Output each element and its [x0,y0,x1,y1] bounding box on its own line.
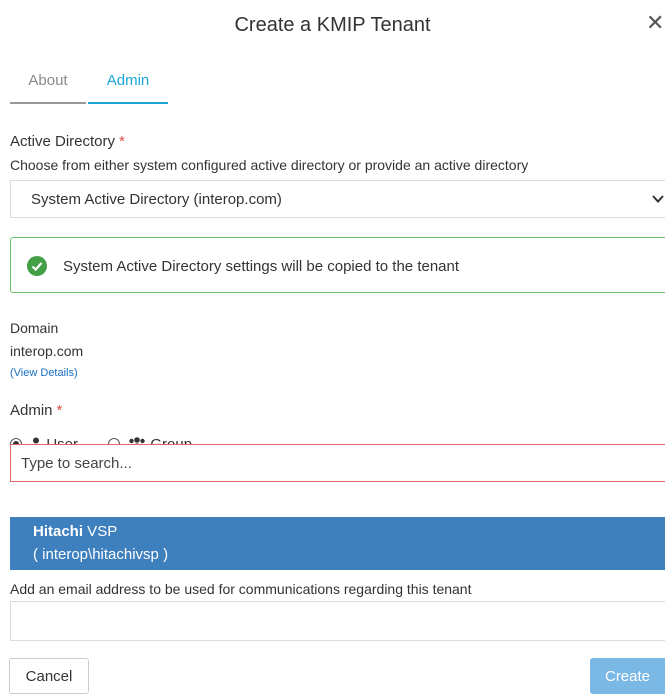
cancel-button[interactable]: Cancel [9,658,89,694]
admin-label-text: Admin [10,402,53,419]
active-directory-label-text: Active Directory [10,133,116,150]
alert-text: System Active Directory settings will be… [63,258,460,275]
search-suggestion-item[interactable]: Hitachi VSP ( interop\hitachivsp ) [10,517,665,570]
dialog-title: Create a KMIP Tenant [234,14,431,36]
active-directory-select[interactable]: System Active Directory (interop.com) [10,180,665,218]
tab-about[interactable]: About [10,72,86,104]
required-marker: * [56,402,63,419]
view-details-close-paren: ) [74,367,78,379]
admin-search-input[interactable] [10,444,665,482]
close-icon[interactable]: ✕ [646,12,664,34]
active-directory-selected-value: System Active Directory (interop.com) [31,191,282,208]
suggestion-account: ( interop\hitachivsp ) [33,546,169,563]
admin-label: Admin * [10,402,62,419]
active-directory-help: Choose from either system configured act… [10,157,529,173]
suggestion-name-bold: Hitachi [33,523,84,540]
email-help: Add an email address to be used for comm… [10,581,472,597]
view-details-link[interactable]: View Details [14,367,74,379]
domain-value: interop.com [10,343,84,359]
suggestion-name: Hitachi VSP [33,523,117,540]
create-button[interactable]: Create [590,658,665,694]
email-field[interactable] [10,601,665,641]
chevron-down-icon [652,195,664,203]
suggestion-name-rest: VSP [83,523,118,540]
required-marker: * [119,133,125,150]
domain-label: Domain [10,320,59,336]
check-circle-icon [27,256,47,276]
active-directory-label: Active Directory * [10,133,125,150]
info-alert: System Active Directory settings will be… [10,237,665,293]
tab-admin[interactable]: Admin [88,72,168,104]
view-details: (View Details) [10,367,78,379]
